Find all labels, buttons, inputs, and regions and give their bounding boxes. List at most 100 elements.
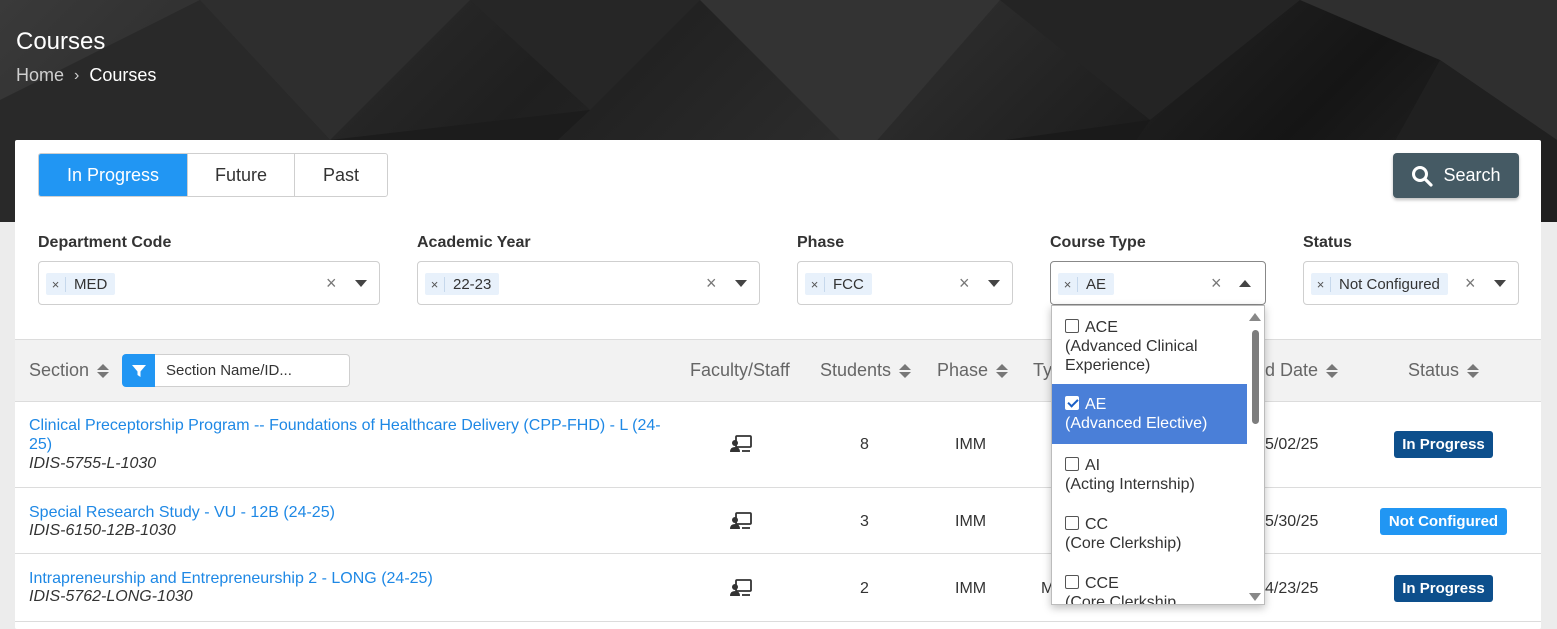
phase-filter: Phase × FCC × <box>797 234 1013 305</box>
tab-past[interactable]: Past <box>294 154 387 196</box>
checkbox[interactable] <box>1065 319 1079 333</box>
course-type-option-ace[interactable]: ACE (Advanced Clinical Experience) <box>1052 318 1247 384</box>
phase-select[interactable]: × FCC × <box>797 261 1013 305</box>
course-type-label: Course Type <box>1050 234 1146 251</box>
search-icon <box>1412 165 1434 187</box>
course-type-option-cce[interactable]: CCE (Core Clerkship <box>1052 574 1247 604</box>
column-header-end-date-label: d Date <box>1265 360 1319 380</box>
column-header-section-label: Section <box>29 360 90 380</box>
course-type-dropdown: ACE (Advanced Clinical Experience) AE (A… <box>1051 305 1265 605</box>
instructor-icon[interactable] <box>730 579 752 597</box>
sort-icon[interactable] <box>899 363 912 378</box>
caret-down-icon[interactable] <box>355 280 367 287</box>
chip-remove-icon[interactable]: × <box>1311 276 1331 292</box>
course-type-option-ae[interactable]: AE (Advanced Elective) <box>1052 384 1247 444</box>
option-code: ACE <box>1085 319 1118 336</box>
course-type-option-ai[interactable]: AI (Acting Internship) <box>1052 456 1247 512</box>
breadcrumb-home-link[interactable]: Home <box>16 65 64 86</box>
instructor-icon[interactable] <box>730 435 752 453</box>
students-count: 2 <box>860 580 869 597</box>
status-select[interactable]: × Not Configured × <box>1303 261 1519 305</box>
option-code: AE <box>1085 396 1107 413</box>
dropdown-scrollbar[interactable] <box>1247 306 1264 604</box>
clear-icon[interactable]: × <box>326 273 337 294</box>
sort-icon[interactable] <box>996 363 1009 378</box>
course-type-select[interactable]: × AE × <box>1050 261 1266 305</box>
option-description: (Acting Internship) <box>1065 476 1195 493</box>
department-code-select[interactable]: × MED × <box>38 261 380 305</box>
breadcrumb: Home › Courses <box>16 65 156 86</box>
checkbox[interactable] <box>1065 516 1079 530</box>
column-header-faculty: Faculty/Staff <box>690 360 790 381</box>
scrollbar-thumb[interactable] <box>1252 330 1259 424</box>
tab-future[interactable]: Future <box>187 154 294 196</box>
sort-icon[interactable] <box>1467 363 1480 378</box>
course-code: IDIS-5755-L-1030 <box>29 455 157 472</box>
status-badge: In Progress <box>1394 575 1493 602</box>
academic-year-chip: × 22-23 <box>425 273 500 295</box>
phase-chip-value: FCC <box>833 275 864 293</box>
column-header-students[interactable]: Students <box>820 360 912 381</box>
tab-in-progress[interactable]: In Progress <box>39 154 187 196</box>
column-header-phase[interactable]: Phase <box>937 360 1009 381</box>
table-row: Special Research Study - VU - 12B (24-25… <box>15 488 1541 554</box>
clear-icon[interactable]: × <box>706 273 717 294</box>
checkbox-checked[interactable] <box>1065 396 1079 410</box>
checkbox[interactable] <box>1065 575 1079 589</box>
status-chip-value: Not Configured <box>1339 275 1440 293</box>
academic-year-select[interactable]: × 22-23 × <box>417 261 760 305</box>
option-code: AI <box>1085 457 1101 474</box>
caret-down-icon[interactable] <box>988 280 1000 287</box>
section-search-input[interactable] <box>155 354 350 387</box>
option-description: (Core Clerkship) <box>1065 535 1182 552</box>
scroll-up-arrow-icon[interactable] <box>1249 313 1261 321</box>
course-type-filter: Course Type × AE × <box>1050 234 1266 305</box>
department-chip-value: MED <box>74 275 108 293</box>
status-badge: Not Configured <box>1380 508 1507 535</box>
end-date-value: 5/30/25 <box>1265 513 1319 530</box>
course-code: IDIS-5762-LONG-1030 <box>29 588 193 605</box>
option-code: CCE <box>1085 575 1119 592</box>
status-filter: Status × Not Configured × <box>1303 234 1519 305</box>
phase-value: IMM <box>955 436 987 453</box>
courses-card: In Progress Future Past Search Departmen… <box>15 140 1541 629</box>
course-title-link[interactable]: Intrapreneurship and Entrepreneurship 2 … <box>29 569 669 588</box>
option-code: CC <box>1085 516 1109 533</box>
scroll-down-arrow-icon[interactable] <box>1249 593 1261 601</box>
academic-year-label: Academic Year <box>417 234 531 251</box>
column-header-faculty-label: Faculty/Staff <box>690 360 790 380</box>
column-header-type[interactable]: Ty <box>1033 360 1052 381</box>
status-badge: In Progress <box>1394 431 1493 458</box>
academic-year-filter: Academic Year × 22-23 × <box>417 234 760 305</box>
column-header-status[interactable]: Status <box>1408 360 1480 381</box>
sort-icon[interactable] <box>97 363 110 378</box>
instructor-icon[interactable] <box>730 512 752 530</box>
clear-icon[interactable]: × <box>959 273 970 294</box>
department-chip: × MED <box>46 273 116 295</box>
students-count: 8 <box>860 436 869 453</box>
course-title-link[interactable]: Special Research Study - VU - 12B (24-25… <box>29 503 669 522</box>
chip-remove-icon[interactable]: × <box>805 276 825 292</box>
chip-remove-icon[interactable]: × <box>425 276 445 292</box>
course-type-chip-value: AE <box>1086 275 1107 293</box>
caret-up-icon[interactable] <box>1239 280 1251 287</box>
chip-remove-icon[interactable]: × <box>1058 276 1078 292</box>
column-header-section[interactable]: Section <box>29 360 110 381</box>
caret-down-icon[interactable] <box>1494 280 1506 287</box>
status-label: Status <box>1303 234 1352 251</box>
search-button[interactable]: Search <box>1393 153 1519 198</box>
clear-icon[interactable]: × <box>1211 273 1222 294</box>
clear-icon[interactable]: × <box>1465 273 1476 294</box>
course-code: IDIS-6150-12B-1030 <box>29 522 176 539</box>
course-title-link[interactable]: Clinical Preceptorship Program -- Founda… <box>29 416 669 454</box>
column-header-phase-label: Phase <box>937 360 989 380</box>
time-filter-tabs: In Progress Future Past <box>38 153 388 197</box>
filter-icon <box>131 364 146 377</box>
section-filter-button[interactable] <box>122 354 155 387</box>
checkbox[interactable] <box>1065 457 1079 471</box>
course-type-option-cc[interactable]: CC (Core Clerkship) <box>1052 515 1247 571</box>
caret-down-icon[interactable] <box>735 280 747 287</box>
chip-remove-icon[interactable]: × <box>46 276 66 292</box>
sort-icon[interactable] <box>1326 363 1339 378</box>
column-header-end-date[interactable]: d Date <box>1265 360 1339 381</box>
